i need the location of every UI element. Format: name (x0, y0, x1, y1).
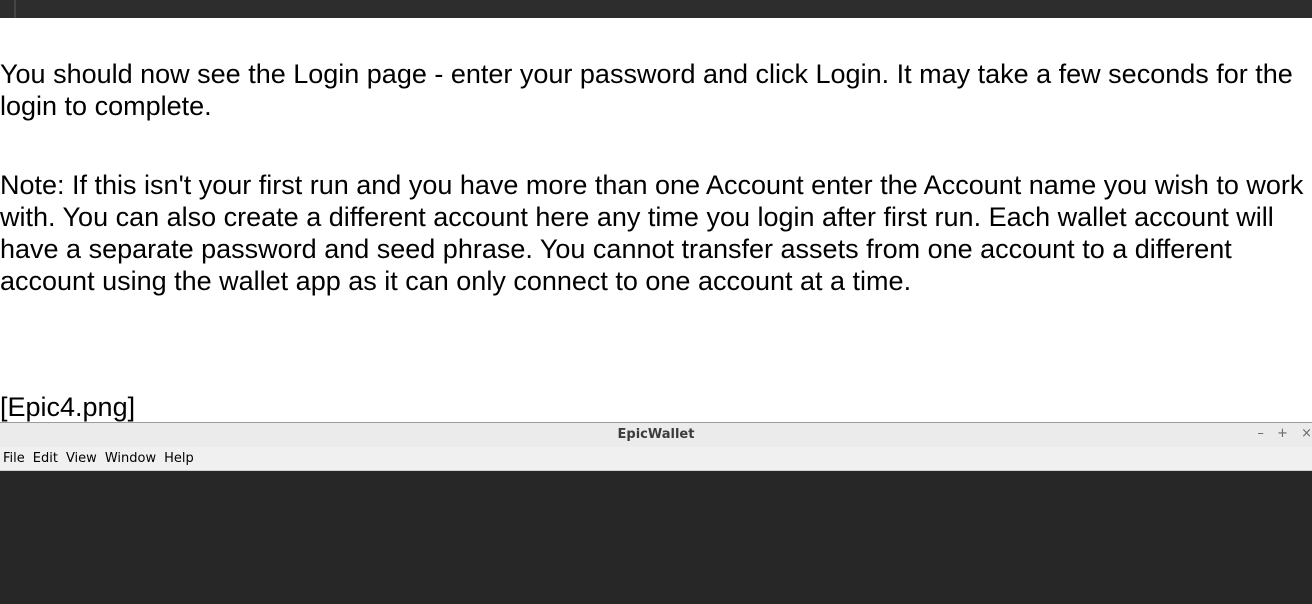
menu-window[interactable]: Window (105, 451, 156, 466)
menu-help[interactable]: Help (164, 451, 194, 466)
menu-file[interactable]: File (3, 451, 25, 466)
account-note-paragraph: Note: If this isn't your first run and y… (0, 170, 1304, 296)
window-titlebar[interactable]: EpicWallet – + × (0, 422, 1312, 447)
window-controls: – + × (1248, 426, 1312, 441)
image-caption: [Epic4.png] (0, 392, 136, 422)
strip-edge (14, 0, 16, 18)
menu-edit[interactable]: Edit (33, 451, 58, 466)
maximize-icon[interactable]: + (1277, 426, 1288, 441)
minimize-icon[interactable]: – (1257, 426, 1264, 441)
menu-bar: File Edit View Window Help (0, 447, 1312, 471)
epicwallet-window: EpicWallet – + × File Edit View Window H… (0, 422, 1312, 604)
menu-view[interactable]: View (66, 451, 97, 466)
close-icon[interactable]: × (1301, 426, 1312, 441)
login-instruction-paragraph: You should now see the Login page - ente… (0, 59, 1293, 121)
app-content-area (0, 471, 1312, 604)
previous-screenshot-strip (0, 0, 1312, 18)
window-title: EpicWallet (617, 427, 695, 442)
